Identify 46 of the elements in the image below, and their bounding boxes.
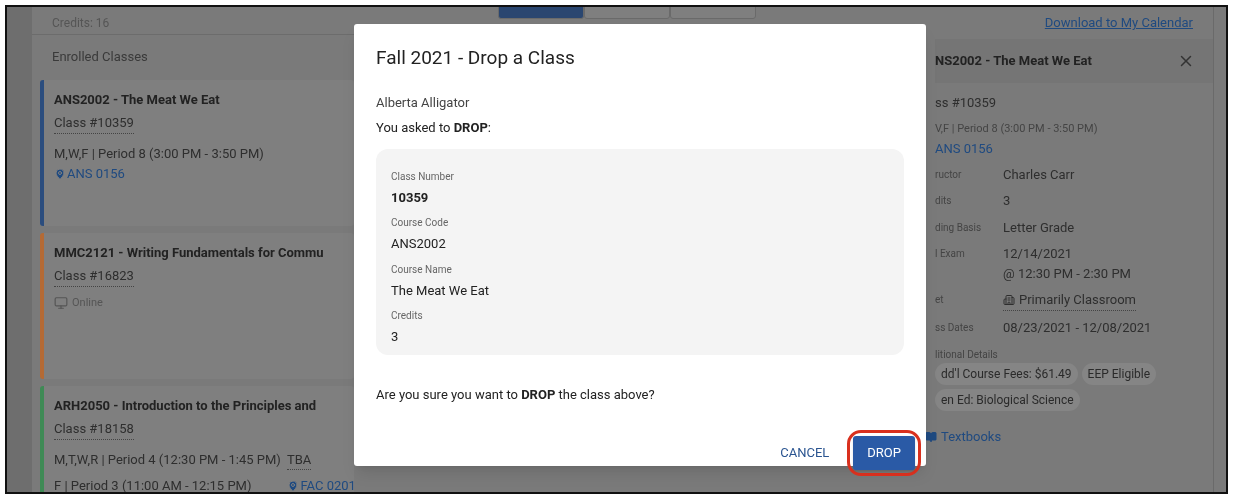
- meeting-time: M,W,F | Period 8 (3:00 PM - 3:50 PM): [54, 144, 264, 163]
- class-title: ARH2050 - Introduction to the Principles and: [54, 396, 317, 415]
- class-number: Class #16823: [54, 266, 134, 287]
- textbooks-link[interactable]: Textbooks: [925, 427, 1209, 447]
- field-value: 10359: [391, 188, 430, 207]
- room-link[interactable]: ANS 0156: [54, 164, 125, 184]
- class-number: Class #18158: [54, 419, 134, 440]
- building-icon: [1003, 293, 1015, 306]
- detail-tag: dd'l Course Fees: $61.49: [935, 363, 1078, 385]
- detail-tag: EEP Eligible: [1081, 363, 1157, 385]
- room-link[interactable]: FAC 0201: [287, 476, 356, 492]
- room-link[interactable]: ANS 0156: [935, 139, 1209, 159]
- meeting-time: M,T,W,R | Period 4 (12:30 PM - 1:45 PM): [54, 451, 281, 469]
- field-label: Course Code: [391, 216, 450, 230]
- field-value: The Meat We Eat: [391, 281, 490, 300]
- class-title: MMC2121 - Writing Fundamentals for Commu: [54, 243, 324, 262]
- field-value: 3: [391, 328, 400, 346]
- confirm-question: Are you sure you want to DROP the class above?: [376, 385, 656, 404]
- location-tba: TBA: [286, 449, 312, 470]
- book-icon: [925, 430, 937, 443]
- dialog-title: Fall 2021 - Drop a Class: [376, 45, 576, 71]
- class-title: ANS2002 - The Meat We Eat: [54, 90, 220, 109]
- field-value: Letter Grade: [1003, 218, 1075, 237]
- field-label: Course Name: [391, 262, 453, 277]
- field-value: ANS2002: [391, 235, 447, 253]
- field-value: 08/23/2021 - 12/08/2021: [1003, 318, 1152, 337]
- monitor-icon: [54, 295, 68, 310]
- class-number: ss #10359: [935, 94, 998, 112]
- field-value: 12/14/2021: [1003, 245, 1074, 263]
- detail-tag: en Ed: Biological Science: [935, 389, 1080, 411]
- class-card[interactable]: ANS2002 - The Meat We Eat Class #10359 M,W,F | Period 8 (3:00 PM - 3:50 PM) ANS 0156: [40, 79, 354, 226]
- field-label: Credits: [391, 309, 424, 323]
- student-name: Alberta Alligator: [376, 93, 471, 112]
- field-value: @ 12:30 PM - 2:30 PM: [1003, 264, 1131, 283]
- field-label: Class Number: [391, 169, 455, 184]
- calendar-link[interactable]: Download to My Calendar: [1044, 13, 1193, 33]
- prompt-text: You asked to DROP:: [376, 119, 492, 137]
- drop-button[interactable]: DROP: [853, 436, 915, 470]
- field-value: 3: [1003, 192, 1011, 210]
- building-link[interactable]: Primarily Classroom: [1003, 290, 1136, 311]
- map-pin-icon: [54, 167, 66, 180]
- class-number: Class #10359: [54, 113, 134, 134]
- field-value: Charles Carr: [1003, 165, 1075, 184]
- cancel-button[interactable]: CANCEL: [776, 437, 834, 469]
- section-heading: Enrolled Classes: [51, 48, 149, 66]
- panel-title: NS2002 - The Meat We Eat: [935, 52, 1092, 71]
